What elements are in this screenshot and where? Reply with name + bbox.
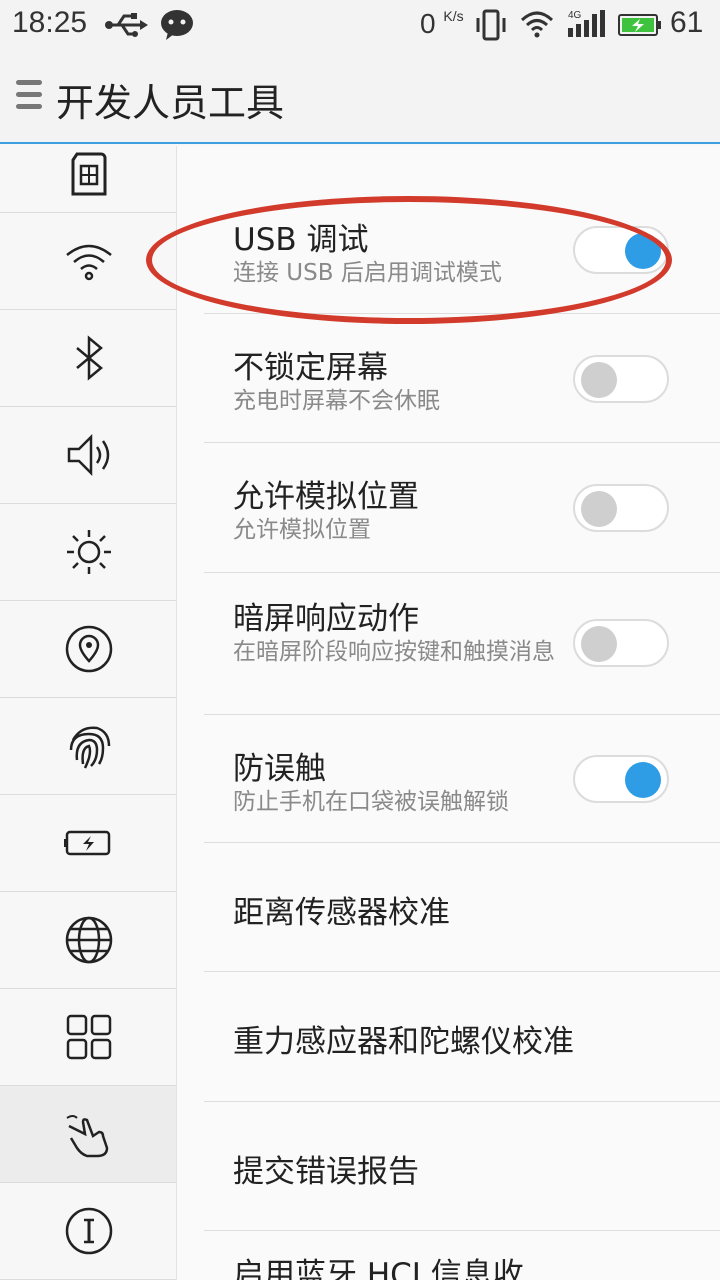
setting-row-bug-report[interactable]: 提交错误报告 [204,1102,720,1231]
sidebar-item-apps[interactable] [0,989,176,1086]
location-icon [65,625,112,673]
sound-icon [67,433,109,477]
info-icon [65,1207,112,1255]
usb-icon [105,13,148,37]
net-speed: 0 K/s [420,8,464,39]
bluetooth-icon [75,335,103,381]
setting-row-stay-awake[interactable]: 不锁定屏幕 充电时屏幕不会休眠 [204,314,720,443]
gesture-hand-icon [65,1115,108,1158]
sidebar-item-battery[interactable] [0,795,176,892]
sidebar-item-about[interactable] [0,1183,176,1280]
setting-title: 距离传感器校准 [233,895,450,931]
setting-title: 允许模拟位置 [233,479,419,515]
signal-icon: 4G [568,10,605,37]
wifi-icon [65,244,112,281]
apps-grid-icon [66,1014,111,1060]
setting-subtitle: 充电时屏幕不会休眠 [233,388,440,414]
battery-icon [63,830,110,856]
sidebar-item-language[interactable] [0,892,176,989]
setting-subtitle: 防止手机在口袋被误触解锁 [233,789,509,815]
sidebar-item-sim[interactable] [0,146,176,213]
setting-row-gravity-gyro-calibration[interactable]: 重力感应器和陀螺仪校准 [204,972,720,1102]
title-bar: 开发人员工具 [0,50,720,144]
sidebar-item-wifi[interactable] [0,213,176,310]
setting-title: 不锁定屏幕 [233,350,388,386]
sidebar-item-location[interactable] [0,601,176,698]
stay-awake-toggle[interactable] [573,355,669,403]
network-type: 4G [568,10,582,21]
sim-card-icon [71,152,106,196]
menu-icon[interactable] [16,80,42,114]
setting-row-mock-location[interactable]: 允许模拟位置 允许模拟位置 [204,443,720,573]
wechat-icon [161,10,193,40]
setting-row-pocket-mode[interactable]: 防误触 防止手机在口袋被误触解锁 [204,715,720,843]
setting-title: 重力感应器和陀螺仪校准 [233,1024,574,1060]
sidebar-item-gestures[interactable] [0,1086,176,1183]
globe-icon [65,916,112,964]
setting-title: 启用蓝牙 HCI 信息收 [233,1257,524,1280]
setting-title: 防误触 [233,751,326,787]
usb-debugging-toggle[interactable] [573,226,669,274]
wifi-icon [520,11,554,38]
pocket-mode-toggle[interactable] [573,755,669,803]
sidebar-item-sound[interactable] [0,407,176,504]
sidebar-item-display[interactable] [0,504,176,601]
setting-row-dark-screen-response[interactable]: 暗屏响应动作 在暗屏阶段响应按键和触摸消息 [204,573,720,715]
setting-row-usb-debugging[interactable]: USB 调试 连接 USB 后启用调试模式 [204,186,720,314]
setting-title: USB 调试 [233,222,369,258]
setting-title: 暗屏响应动作 [233,601,419,637]
dark-screen-response-toggle[interactable] [573,619,669,667]
setting-subtitle: 允许模拟位置 [233,517,371,543]
status-bar: 18:25 0 K/s 4G 61 [0,0,720,50]
vibrate-icon [476,9,506,41]
setting-title: 提交错误报告 [233,1154,419,1190]
sidebar-item-fingerprint[interactable] [0,698,176,795]
mock-location-toggle[interactable] [573,484,669,532]
battery-icon [618,14,661,36]
sidebar-item-bluetooth[interactable] [0,310,176,407]
page-title: 开发人员工具 [56,81,285,125]
setting-subtitle: 在暗屏阶段响应按键和触摸消息 [233,639,555,665]
brightness-icon [66,530,111,574]
setting-row-bluetooth-hci-log[interactable]: 启用蓝牙 HCI 信息收 [204,1231,720,1280]
setting-subtitle: 连接 USB 后启用调试模式 [233,260,502,286]
status-time: 18:25 [12,6,88,39]
settings-sidebar [0,146,177,1280]
setting-row-proximity-calibration[interactable]: 距离传感器校准 [204,843,720,972]
fingerprint-icon [69,726,110,769]
battery-level: 61 [670,6,704,39]
developer-options-list: USB 调试 连接 USB 后启用调试模式 不锁定屏幕 充电时屏幕不会休眠 允许… [177,146,720,1280]
